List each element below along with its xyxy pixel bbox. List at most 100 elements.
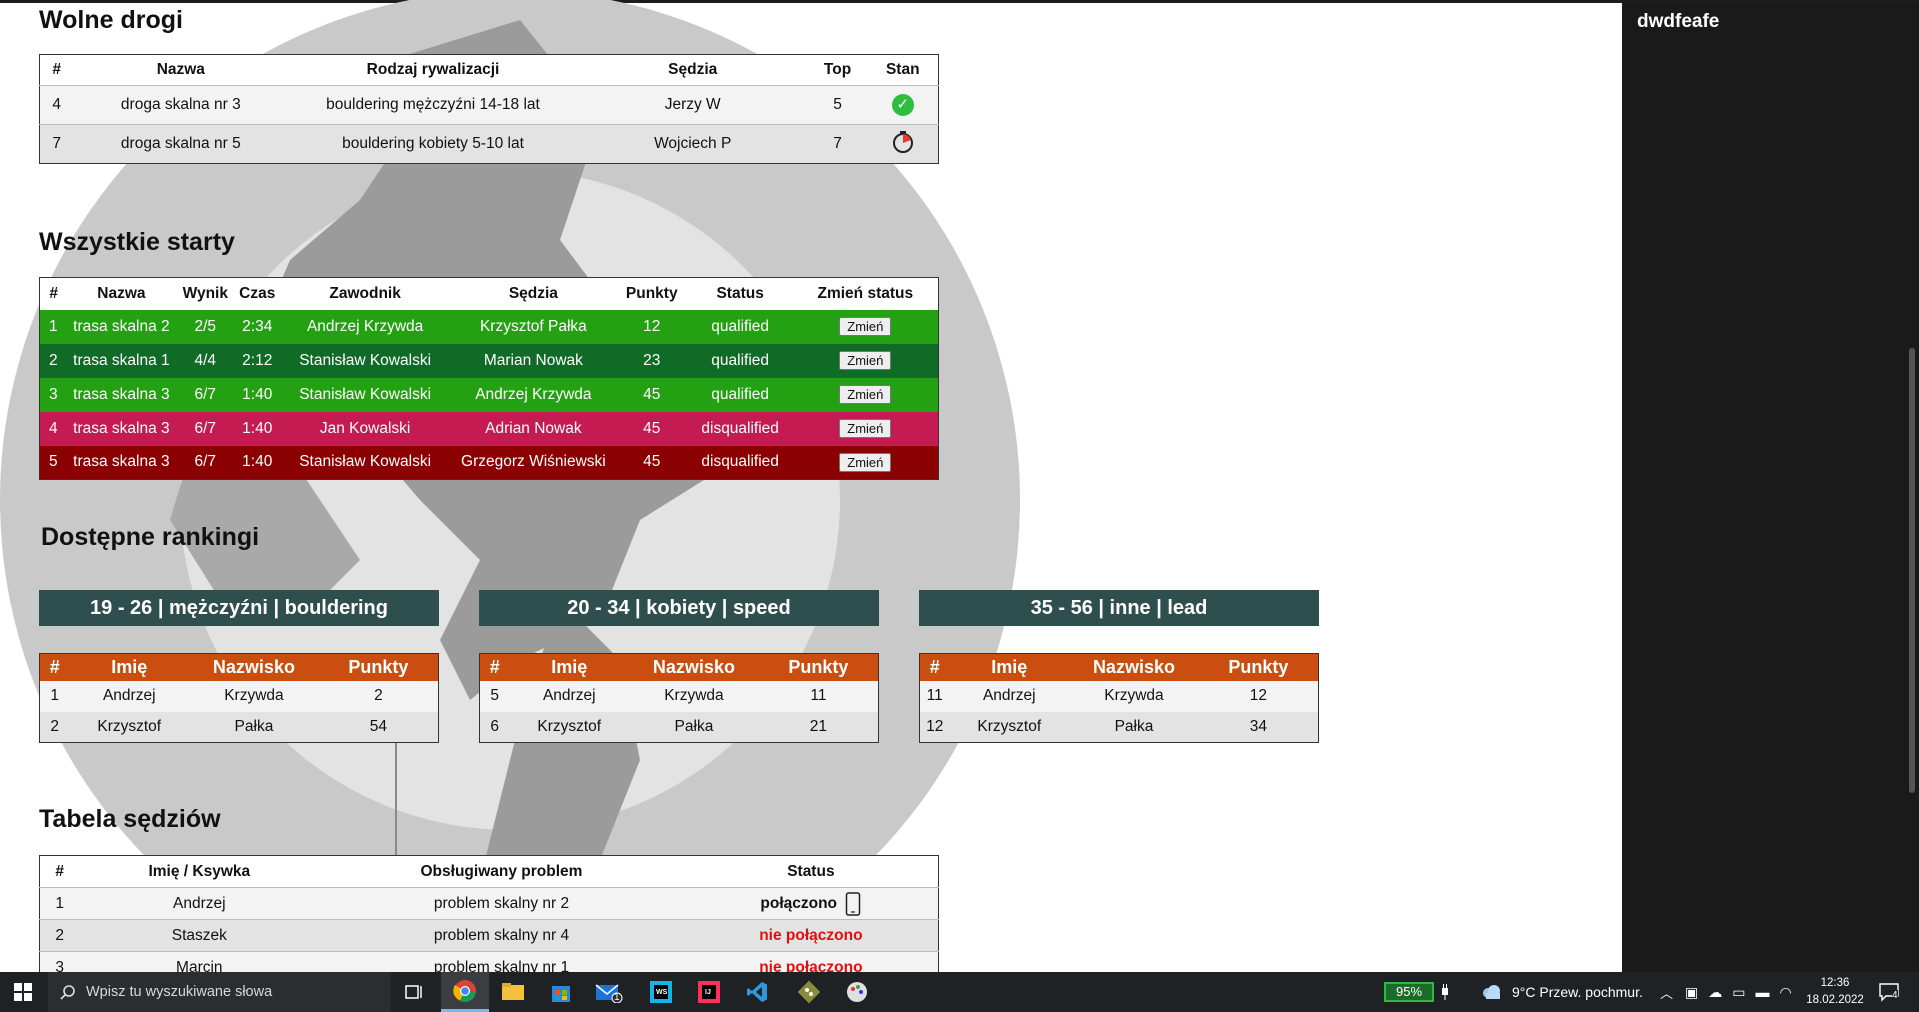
- judge-status: nie połączono: [683, 919, 939, 952]
- judge-problem: problem skalny nr 1: [319, 951, 684, 972]
- camera-icon[interactable]: ▣: [1685, 984, 1698, 1001]
- clock-time: 12:36: [1820, 977, 1850, 989]
- col-header: Czas: [235, 277, 280, 310]
- rank-points: 34: [1198, 711, 1319, 743]
- col-header: Nazwisko: [189, 653, 319, 681]
- start-name: trasa skalna 2: [67, 309, 176, 344]
- taskbar-clock[interactable]: 12:36 18.02.2022: [1800, 975, 1870, 1009]
- scrollbar[interactable]: [1905, 3, 1919, 972]
- col-header: Wynik: [175, 277, 236, 310]
- rank-first-name: Krzysztof: [509, 711, 630, 743]
- free-routes-title: Wolne drogi: [39, 6, 183, 34]
- vscode-icon[interactable]: [733, 972, 781, 1012]
- taskbar-search[interactable]: Wpisz tu wyszukiwane słowa: [48, 972, 391, 1012]
- judge-num: 3: [39, 951, 80, 972]
- judge-problem: problem skalny nr 2: [319, 887, 684, 920]
- table-row[interactable]: 4 droga skalna nr 3 bouldering mężczyźni…: [39, 85, 939, 125]
- display-icon[interactable]: ▭: [1732, 984, 1745, 1001]
- battery-indicator[interactable]: 95%: [1384, 982, 1434, 1002]
- judge-num: 1: [39, 887, 80, 920]
- start-time: 2:12: [235, 343, 280, 378]
- wifi-icon[interactable]: ◠: [1779, 984, 1791, 1001]
- route-category: bouldering kobiety 5-10 lat: [288, 124, 578, 164]
- col-header: Imię: [949, 653, 1070, 681]
- judge-status-text: nie połączono: [759, 958, 863, 973]
- route-judge: Jerzy W: [577, 85, 808, 125]
- col-header: #: [39, 277, 68, 310]
- mail-badge: 1: [614, 992, 620, 1003]
- col-header: #: [479, 653, 510, 681]
- store-icon[interactable]: [537, 972, 585, 1012]
- route-num: 4: [39, 85, 74, 125]
- webstorm-icon[interactable]: WS: [637, 972, 685, 1012]
- start-result: 6/7: [175, 377, 236, 412]
- start-num: 4: [39, 411, 68, 446]
- change-status-button[interactable]: Zmień: [839, 385, 892, 404]
- table-row: 1 trasa skalna 2 2/5 2:34 Andrzej Krzywda Krz…: [39, 309, 939, 344]
- intellij-icon[interactable]: IJ: [685, 972, 733, 1012]
- start-athlete: Stanisław Kowalski: [279, 343, 451, 378]
- clock-date: 18.02.2022: [1806, 994, 1864, 1006]
- route-top: 7: [807, 124, 868, 164]
- rank-num: 2: [39, 711, 70, 743]
- chevron-up-icon[interactable]: ︿: [1660, 983, 1673, 1002]
- chrome-icon[interactable]: [441, 972, 489, 1012]
- windows-start-button[interactable]: [0, 972, 46, 1012]
- start-athlete: Jan Kowalski: [279, 411, 451, 446]
- col-header: Punkty: [1198, 653, 1319, 681]
- route-state: [867, 124, 939, 164]
- route-name: droga skalna nr 5: [73, 124, 289, 164]
- judge-status: nie połączono: [683, 951, 939, 973]
- col-header: Imię: [69, 653, 190, 681]
- col-header: Imię: [509, 653, 630, 681]
- table-row[interactable]: 7 droga skalna nr 5 bouldering kobiety 5…: [39, 124, 939, 164]
- svg-text:IJ: IJ: [705, 989, 711, 996]
- change-status-button[interactable]: Zmień: [839, 317, 892, 336]
- start-status: qualified: [687, 377, 793, 412]
- start-change-cell: Zmień: [792, 445, 939, 480]
- start-athlete: Stanisław Kowalski: [279, 377, 451, 412]
- change-status-button[interactable]: Zmień: [839, 351, 892, 370]
- rank-first-name: Andrzej: [69, 680, 190, 712]
- col-header: #: [39, 54, 74, 86]
- scrollbar-thumb[interactable]: [1909, 348, 1915, 793]
- col-header: Punkty: [318, 653, 439, 681]
- start-num: 1: [39, 309, 68, 344]
- col-header: Nazwa: [73, 54, 289, 86]
- table-row: 2 trasa skalna 1 4/4 2:12 Stanisław Kowalski…: [39, 343, 939, 378]
- start-judge: Krzysztof Pałka: [450, 309, 616, 344]
- git-icon[interactable]: [785, 972, 833, 1012]
- judge-status-text: połączono: [760, 894, 838, 912]
- rank-last-name: Krzywda: [629, 680, 759, 712]
- start-points: 12: [615, 309, 688, 344]
- file-explorer-icon[interactable]: [489, 972, 537, 1012]
- judge-problem: problem skalny nr 4: [319, 919, 684, 952]
- search-icon: [60, 985, 75, 1000]
- table-row: 5 trasa skalna 3 6/7 1:40 Stanisław Kowalski…: [39, 445, 939, 480]
- table-row: 12 Krzysztof Pałka 34: [919, 711, 1319, 743]
- col-header: Punkty: [758, 653, 879, 681]
- notifications-icon[interactable]: 4: [1878, 982, 1902, 1002]
- change-status-button[interactable]: Zmień: [839, 419, 892, 438]
- battery-icon[interactable]: ▬: [1755, 984, 1769, 1000]
- start-time: 1:40: [235, 445, 280, 480]
- task-view-icon[interactable]: [391, 972, 439, 1012]
- change-status-button[interactable]: Zmień: [839, 452, 892, 472]
- start-status: disqualified: [687, 411, 793, 446]
- paint-icon[interactable]: [833, 972, 881, 1012]
- table-row: 3 Marcin problem skalny nr 1 nie połączo…: [39, 951, 939, 973]
- judges-title: Tabela sędziów: [39, 805, 221, 833]
- start-time: 2:34: [235, 309, 280, 344]
- mail-icon[interactable]: 1: [585, 972, 633, 1012]
- ranking-table: # Imię Nazwisko Punkty 11 Andrzej Krzywd…: [919, 653, 1319, 743]
- route-judge: Wojciech P: [577, 124, 808, 164]
- col-header: Status: [687, 277, 793, 310]
- start-change-cell: Zmień: [792, 343, 939, 378]
- start-change-cell: Zmień: [792, 411, 939, 446]
- start-num: 5: [39, 445, 68, 480]
- cloud-sync-icon[interactable]: ☁: [1708, 984, 1722, 1001]
- rank-points: 12: [1198, 680, 1319, 712]
- ranking-group-title: 20 - 34 | kobiety | speed: [479, 590, 879, 626]
- start-name: trasa skalna 3: [67, 411, 176, 446]
- weather-widget[interactable]: 9°C Przew. pochmur.: [1480, 972, 1643, 1012]
